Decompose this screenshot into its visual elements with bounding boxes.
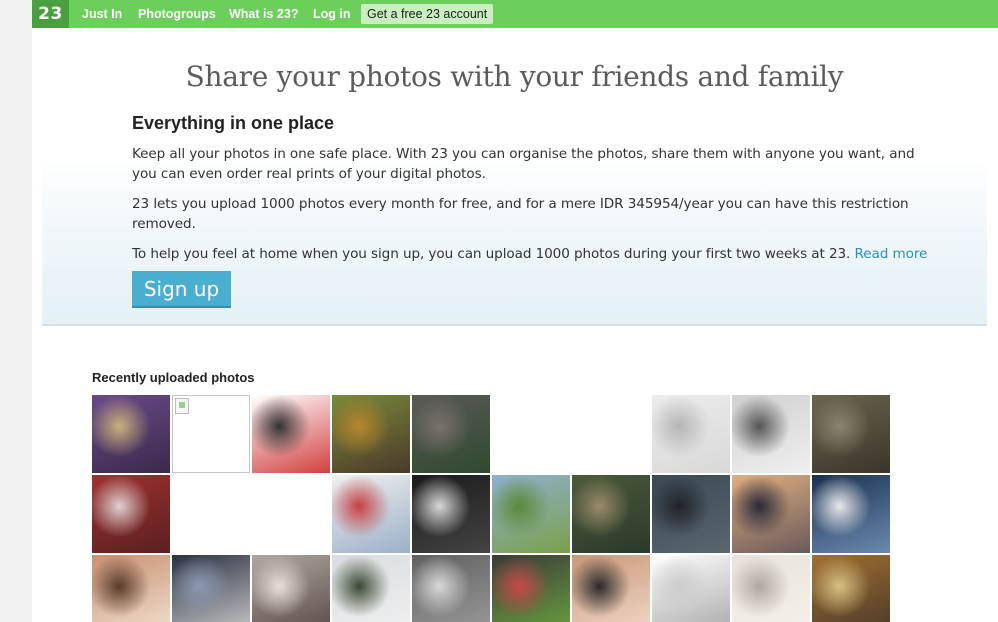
- photo-thumbnail[interactable]: [652, 475, 730, 553]
- welcome-text: To help you feel at home when you sign u…: [132, 246, 851, 262]
- photo-thumbnail[interactable]: [572, 555, 650, 622]
- photo-thumbnail[interactable]: [572, 475, 650, 553]
- photo-thumbnail[interactable]: [652, 555, 730, 622]
- photo-thumbnail[interactable]: [732, 395, 810, 473]
- get-free-account-button[interactable]: Get a free 23 account: [361, 4, 494, 24]
- nav-just-in[interactable]: Just In: [82, 0, 122, 28]
- photo-thumbnail[interactable]: [812, 475, 890, 553]
- photo-thumbnail[interactable]: [412, 555, 490, 622]
- pricing-paragraph: 23 lets you upload 1000 photos every mon…: [132, 196, 909, 232]
- nav-photogroups[interactable]: Photogroups: [138, 0, 216, 28]
- photo-thumbnail[interactable]: [732, 475, 810, 553]
- photo-thumbnail[interactable]: [812, 555, 890, 622]
- top-navigation: 23 Just In Photogroups What is 23? Log i…: [32, 0, 998, 28]
- photo-thumbnail[interactable]: [812, 395, 890, 473]
- photo-thumbnail[interactable]: [92, 555, 170, 622]
- recent-photos-heading: Recently uploaded photos: [92, 370, 255, 385]
- photo-thumbnail-broken[interactable]: [172, 395, 250, 473]
- logo[interactable]: 23: [32, 0, 69, 28]
- photo-thumbnail[interactable]: [332, 395, 410, 473]
- nav-log-in[interactable]: Log in: [313, 0, 351, 28]
- photo-thumbnail[interactable]: [92, 475, 170, 553]
- photo-thumbnail[interactable]: [252, 555, 330, 622]
- photo-thumbnail[interactable]: [252, 395, 330, 473]
- photo-thumbnail[interactable]: [332, 475, 410, 553]
- section-subhead: Everything in one place: [132, 113, 335, 133]
- nav-what-is-23[interactable]: What is 23?: [229, 0, 298, 28]
- page-headline: Share your photos with your friends and …: [185, 60, 844, 93]
- read-more-link[interactable]: Read more: [855, 246, 928, 262]
- intro-paragraph: Keep all your photos in one safe place. …: [132, 146, 915, 182]
- photo-thumbnail[interactable]: [172, 555, 250, 622]
- photo-thumbnail[interactable]: [732, 555, 810, 622]
- welcome-paragraph: To help you feel at home when you sign u…: [132, 244, 942, 264]
- photo-thumbnail[interactable]: [92, 395, 170, 473]
- photo-thumbnail[interactable]: [412, 395, 490, 473]
- photo-thumbnail[interactable]: [492, 555, 570, 622]
- photo-thumbnail[interactable]: [332, 555, 410, 622]
- photo-thumbnail[interactable]: [492, 475, 570, 553]
- hero-panel: Share your photos with your friends and …: [42, 28, 987, 326]
- broken-image-icon: [175, 398, 189, 414]
- sign-up-button[interactable]: Sign up: [132, 271, 231, 308]
- photo-thumbnail[interactable]: [652, 395, 730, 473]
- photo-thumbnail[interactable]: [412, 475, 490, 553]
